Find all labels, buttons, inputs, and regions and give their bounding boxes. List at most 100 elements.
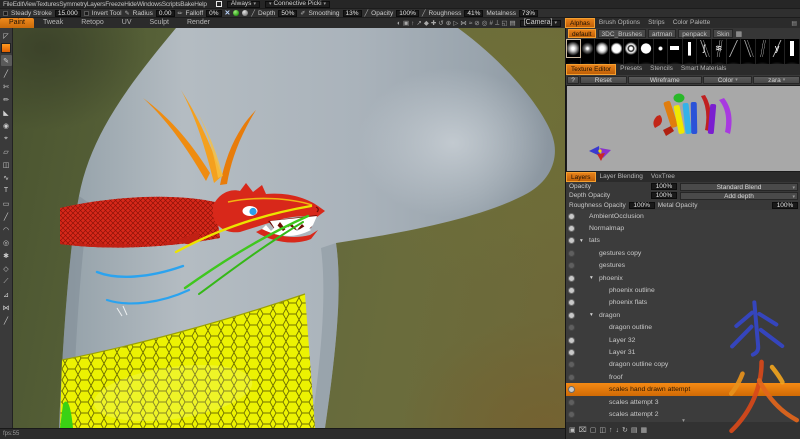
vertical-bar[interactable] bbox=[785, 39, 800, 58]
soft-round-1[interactable] bbox=[566, 39, 581, 58]
panel-tab[interactable]: VoxTree bbox=[647, 172, 679, 182]
panels-icon[interactable]: ▤ bbox=[510, 19, 516, 27]
window-icon[interactable] bbox=[216, 1, 222, 7]
scroll-hint-icon[interactable]: ▾ bbox=[566, 418, 800, 424]
menu-item[interactable]: View bbox=[23, 1, 36, 8]
color-swatch[interactable] bbox=[1, 43, 11, 53]
alpha-group-tab[interactable]: artman bbox=[648, 29, 676, 38]
layer-expander-icon[interactable]: ▾ bbox=[590, 275, 599, 281]
layer-row[interactable]: phoenix flats bbox=[566, 297, 800, 309]
panel-tab[interactable]: Texture Editor bbox=[566, 64, 616, 75]
shapes-tool[interactable]: ▱ bbox=[1, 146, 12, 157]
pen-icon[interactable]: ✏ bbox=[178, 10, 183, 17]
image-stamp-tool[interactable]: ▭ bbox=[1, 198, 12, 209]
layer-visibility-eye-icon[interactable] bbox=[569, 300, 574, 305]
depth-mode-dropdown[interactable]: Add depth▾ bbox=[680, 192, 798, 200]
layer-visibility-eye-icon[interactable] bbox=[569, 400, 574, 405]
plane-tool[interactable]: ⊿ bbox=[1, 289, 12, 300]
arc-tool[interactable]: ◠ bbox=[1, 224, 12, 235]
workspace-tab[interactable]: Tweak bbox=[34, 18, 72, 28]
paint-brush-tool[interactable]: ✎ bbox=[1, 55, 12, 66]
empty-layer-icon[interactable]: ▢ bbox=[590, 426, 597, 434]
color-picker-icon[interactable]: ◸ bbox=[1, 30, 12, 41]
layer-row[interactable]: froof bbox=[566, 371, 800, 383]
roughness-value[interactable]: 41% bbox=[464, 10, 483, 17]
primitives-tool[interactable]: ◇ bbox=[1, 263, 12, 274]
workspace-tab[interactable]: Paint bbox=[0, 18, 34, 28]
new-layer-icon[interactable]: ▣ bbox=[569, 426, 576, 434]
disable-icon[interactable]: ⊘ bbox=[474, 19, 479, 27]
move-icon[interactable]: ✚ bbox=[431, 19, 436, 27]
ring-alpha[interactable] bbox=[624, 39, 639, 58]
layer-visibility-eye-icon[interactable] bbox=[569, 214, 574, 219]
spline-tool[interactable]: ╱ bbox=[1, 315, 12, 326]
brush-icon[interactable]: ✎ bbox=[125, 10, 130, 17]
alpha-group-tab[interactable]: 3DC_Brushes bbox=[598, 29, 646, 38]
alpha-group-tab[interactable]: penpack bbox=[678, 29, 711, 38]
drop-icon[interactable]: ◆ bbox=[424, 19, 429, 27]
reset-button[interactable]: Reset bbox=[580, 76, 627, 84]
menu-item[interactable]: Help bbox=[194, 1, 207, 8]
falloff-value[interactable]: 0% bbox=[206, 10, 221, 17]
layer-row[interactable]: Normalmap bbox=[566, 222, 800, 234]
panel-tab[interactable]: Smart Materials bbox=[677, 64, 731, 75]
layer-visibility-eye-icon[interactable] bbox=[569, 238, 574, 243]
layer-row[interactable]: AmbientOcclusion bbox=[566, 210, 800, 222]
move-down-icon[interactable]: ↓ bbox=[615, 427, 619, 434]
layer-row[interactable]: ▾ dragon bbox=[566, 309, 800, 321]
menu-item[interactable]: Symmetry bbox=[59, 1, 87, 8]
contrast-icon[interactable]: ◐ bbox=[397, 20, 401, 27]
menu-item[interactable]: Edit bbox=[13, 1, 23, 8]
menu-item[interactable]: Bake bbox=[180, 1, 194, 8]
alpha-group-tab[interactable]: Skin bbox=[713, 29, 734, 38]
menu-item[interactable]: Layers bbox=[87, 1, 105, 8]
always-dropdown[interactable]: Always▾ bbox=[227, 1, 260, 8]
symmetry-x-icon[interactable]: ✕ bbox=[225, 9, 231, 17]
opacity-value[interactable]: 100% bbox=[396, 10, 419, 17]
symmetry-butterfly-tool[interactable]: ⋈ bbox=[1, 302, 12, 313]
eraser-tool[interactable]: ✄ bbox=[1, 81, 12, 92]
workspace-tab[interactable]: UV bbox=[113, 18, 141, 28]
smooth-icon[interactable]: ≈ bbox=[469, 20, 473, 27]
layer-expander-icon[interactable]: ▾ bbox=[590, 312, 599, 318]
ellipse-tool[interactable]: ◎ bbox=[1, 237, 12, 248]
layer-visibility-eye-icon[interactable] bbox=[569, 276, 574, 281]
radius-value[interactable]: 0.00 bbox=[156, 10, 175, 17]
stitches-alpha[interactable]: ≋ bbox=[712, 39, 727, 58]
workspace-tab[interactable]: Sculpt bbox=[141, 18, 178, 28]
layer-row[interactable]: phoenix outline bbox=[566, 284, 800, 296]
soft-round-2[interactable] bbox=[581, 39, 596, 58]
squiggle-alpha[interactable]: ʃ bbox=[697, 39, 712, 58]
scratch-2[interactable] bbox=[741, 39, 756, 58]
arrow-up-icon[interactable]: ↑ bbox=[411, 20, 414, 27]
soft-round-3[interactable] bbox=[595, 39, 610, 58]
layer-visibility-eye-icon[interactable] bbox=[569, 338, 574, 343]
image-icon[interactable]: ▣ bbox=[403, 19, 409, 27]
3d-viewport[interactable] bbox=[13, 28, 565, 428]
workspace-tab[interactable]: Render bbox=[178, 18, 219, 28]
gray-sphere-icon[interactable] bbox=[242, 10, 248, 16]
move-up-icon[interactable]: ↑ bbox=[609, 427, 613, 434]
panel-tab[interactable]: Layers bbox=[566, 172, 596, 182]
blend-mode-dropdown[interactable]: Standard Blend▾ bbox=[680, 183, 798, 191]
layer-row[interactable]: dragon outline copy bbox=[566, 359, 800, 371]
arrow-diagonal-icon[interactable]: ↗ bbox=[416, 19, 421, 27]
panel-tab[interactable]: Brush Options bbox=[595, 18, 644, 28]
wireframe-button[interactable]: Wireframe bbox=[628, 76, 702, 84]
roughness-opacity-value[interactable]: 100% bbox=[629, 202, 655, 209]
layer-visibility-eye-icon[interactable] bbox=[569, 362, 574, 367]
depth-opacity-value[interactable]: 100% bbox=[651, 192, 677, 199]
layer-visibility-eye-icon[interactable] bbox=[569, 226, 574, 231]
panel-tab[interactable]: Alphas bbox=[565, 18, 595, 28]
fx-tool[interactable]: ✱ bbox=[1, 250, 12, 261]
layer-visibility-eye-icon[interactable] bbox=[569, 313, 574, 318]
stroke-tool[interactable]: ⟋ bbox=[1, 276, 12, 287]
layer-visibility-eye-icon[interactable] bbox=[569, 387, 574, 392]
hard-round[interactable] bbox=[610, 39, 625, 58]
panel-tab[interactable]: Color Palette bbox=[669, 18, 715, 28]
horizontal-stroke[interactable] bbox=[668, 39, 683, 58]
layer-visibility-eye-icon[interactable] bbox=[569, 350, 574, 355]
layer-row[interactable]: ▾ phoenix bbox=[566, 272, 800, 284]
layer-row[interactable]: Layer 31 bbox=[566, 346, 800, 358]
fill-tool[interactable]: ◣ bbox=[1, 107, 12, 118]
